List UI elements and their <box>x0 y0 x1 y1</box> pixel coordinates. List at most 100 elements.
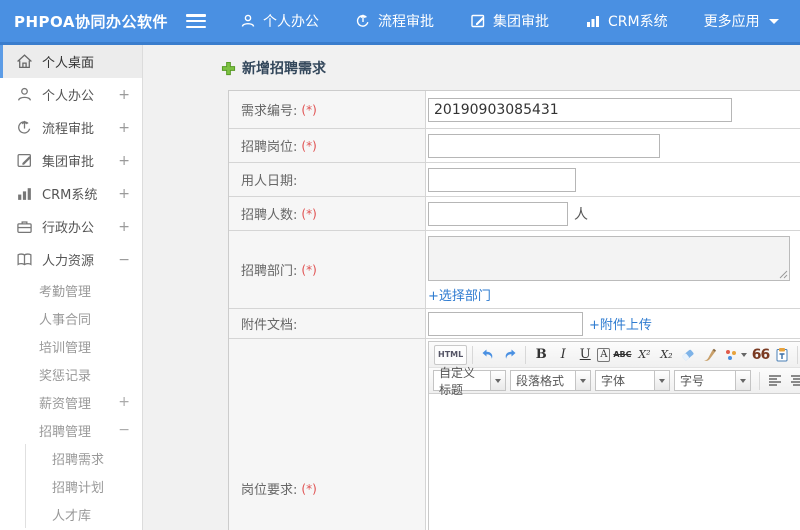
sidebar-item-salary[interactable]: 薪资管理 + <box>0 388 142 416</box>
sidebar-item-label: 人才库 <box>52 508 92 524</box>
rich-text-editor: HTML B I U A ABC X² X₂ 66 自定义标题 段落格式 字体 … <box>428 341 800 530</box>
collapse-icon[interactable]: − <box>118 252 130 268</box>
collapse-icon[interactable]: − <box>118 422 130 438</box>
caret-down-icon[interactable] <box>655 370 670 391</box>
strikethrough-button[interactable]: ABC <box>612 345 632 365</box>
bold-button[interactable]: B <box>531 345 551 365</box>
sidebar-item-recruit-plan[interactable]: 招聘计划 <box>26 472 142 500</box>
upload-attachment-link[interactable]: +附件上传 <box>589 314 652 333</box>
sidebar-item-label: 集团审批 <box>42 155 95 170</box>
field-label: 招聘岗位: <box>241 140 298 155</box>
redo-icon[interactable] <box>500 345 520 365</box>
sidebar-item-label: 薪资管理 <box>39 396 92 412</box>
paste-icon[interactable] <box>772 345 792 365</box>
char-border-button[interactable]: A <box>597 347 611 362</box>
topnav-label: CRM系统 <box>608 14 668 30</box>
align-center-icon[interactable] <box>787 371 800 391</box>
sidebar-item-admin-office[interactable]: 行政办公 + <box>0 210 142 243</box>
content-area: 新增招聘需求 需求编号: (*) 招聘岗位: (*) <box>143 45 800 530</box>
sidebar-item-attendance[interactable]: 考勤管理 <box>0 276 142 304</box>
topnav-personal-office[interactable]: 个人办公 <box>240 11 319 31</box>
caret-down-icon[interactable] <box>491 370 506 391</box>
menu-toggle-icon[interactable] <box>186 14 206 28</box>
sidebar-item-label: CRM系统 <box>42 188 98 203</box>
format-brush-icon[interactable] <box>700 345 720 365</box>
sidebar-item-personal-office[interactable]: 个人办公 + <box>0 78 142 111</box>
headcount-input[interactable] <box>428 201 568 226</box>
caret-down-icon <box>740 352 747 357</box>
paragraph-format-dropdown[interactable]: 段落格式 <box>510 370 591 391</box>
sidebar-item-rewards[interactable]: 奖惩记录 <box>0 360 142 388</box>
expand-icon[interactable]: + <box>118 186 130 202</box>
expand-icon[interactable]: + <box>118 120 130 136</box>
topnav-group-approval[interactable]: 集团审批 <box>470 11 549 31</box>
edit-square-icon <box>470 13 486 29</box>
user-icon <box>240 13 256 29</box>
position-input[interactable] <box>428 133 660 158</box>
sidebar-item-group-approval[interactable]: 集团审批 + <box>0 144 142 177</box>
resize-handle-icon[interactable] <box>779 270 788 279</box>
sidebar-item-training[interactable]: 培训管理 <box>0 332 142 360</box>
editor-toolbar-row2: 自定义标题 段落格式 字体 字号 <box>429 366 800 397</box>
form-row-requirements: 岗位要求: (*) HTML B I U A ABC X² X₂ 66 自定义标… <box>229 339 800 530</box>
app-logo: PHPOA协同办公软件 <box>14 12 168 31</box>
process-icon <box>355 13 371 29</box>
sidebar-item-hr-contract[interactable]: 人事合同 <box>0 304 142 332</box>
required-marker: (*) <box>301 138 317 153</box>
plus-icon <box>221 61 236 76</box>
align-left-icon[interactable] <box>765 371 785 391</box>
topnav-crm[interactable]: CRM系统 <box>585 11 668 31</box>
expand-icon[interactable]: + <box>118 394 130 410</box>
department-textarea[interactable] <box>428 236 790 281</box>
sidebar-item-label: 人力资源 <box>42 254 95 269</box>
caret-down-icon[interactable] <box>576 370 591 391</box>
form-row-position: 招聘岗位: (*) <box>229 129 800 163</box>
sidebar-item-personal-desktop[interactable]: 个人桌面 <box>0 45 142 78</box>
expand-icon[interactable]: + <box>118 219 130 235</box>
custom-title-dropdown[interactable]: 自定义标题 <box>433 366 506 397</box>
process-icon <box>16 119 33 136</box>
user-icon <box>16 86 33 103</box>
demand-no-input[interactable] <box>428 97 732 122</box>
field-label: 用人日期: <box>241 174 298 189</box>
blockquote-button[interactable]: 66 <box>750 345 770 365</box>
page-title: 新增招聘需求 <box>221 58 326 78</box>
required-marker: (*) <box>301 206 317 221</box>
top-nav: 个人办公 流程审批 集团审批 CRM系统 更多应用 <box>240 11 779 31</box>
attachment-input[interactable] <box>428 311 583 336</box>
hire-date-input[interactable] <box>428 167 576 192</box>
font-size-dropdown[interactable]: 字号 <box>674 370 751 391</box>
home-icon <box>16 53 33 70</box>
undo-icon[interactable] <box>478 345 498 365</box>
sidebar-item-crm[interactable]: CRM系统 + <box>0 177 142 210</box>
superscript-button[interactable]: X² <box>634 345 654 365</box>
sidebar-hr-submenu: 考勤管理 人事合同 培训管理 奖惩记录 薪资管理 + 招聘管理 − 招聘需求 招… <box>0 276 142 528</box>
sidebar-item-hr[interactable]: 人力资源 − <box>0 243 142 276</box>
eraser-icon[interactable] <box>678 345 698 365</box>
topnav-workflow-approval[interactable]: 流程审批 <box>355 11 434 31</box>
sidebar-item-label: 行政办公 <box>42 221 95 236</box>
sidebar-item-workflow-approval[interactable]: 流程审批 + <box>0 111 142 144</box>
auto-typeset-icon[interactable] <box>722 345 748 365</box>
font-family-dropdown[interactable]: 字体 <box>595 370 670 391</box>
editor-content-area[interactable] <box>429 395 800 530</box>
source-code-button[interactable]: HTML <box>434 344 468 365</box>
sidebar-item-recruit-demand[interactable]: 招聘需求 <box>26 444 142 472</box>
sidebar-item-talent-pool[interactable]: 人才库 <box>26 500 142 528</box>
sidebar-item-recruit-mgmt[interactable]: 招聘管理 − <box>0 416 142 444</box>
italic-button[interactable]: I <box>553 345 573 365</box>
sidebar-item-label: 人事合同 <box>39 312 92 328</box>
caret-down-icon[interactable] <box>736 370 751 391</box>
underline-button[interactable]: U <box>575 345 595 365</box>
subscript-button[interactable]: X₂ <box>656 345 676 365</box>
select-department-link[interactable]: +选择部门 <box>428 285 491 304</box>
recruit-demand-form: 需求编号: (*) 招聘岗位: (*) 用人日期: <box>228 90 800 530</box>
required-marker: (*) <box>301 481 317 496</box>
sidebar-item-label: 个人桌面 <box>42 56 95 71</box>
form-row-demand-no: 需求编号: (*) <box>229 91 800 129</box>
book-icon <box>16 251 33 268</box>
expand-icon[interactable]: + <box>118 87 130 103</box>
topnav-label: 集团审批 <box>493 14 549 30</box>
expand-icon[interactable]: + <box>118 153 130 169</box>
topnav-more-apps[interactable]: 更多应用 <box>704 11 779 31</box>
